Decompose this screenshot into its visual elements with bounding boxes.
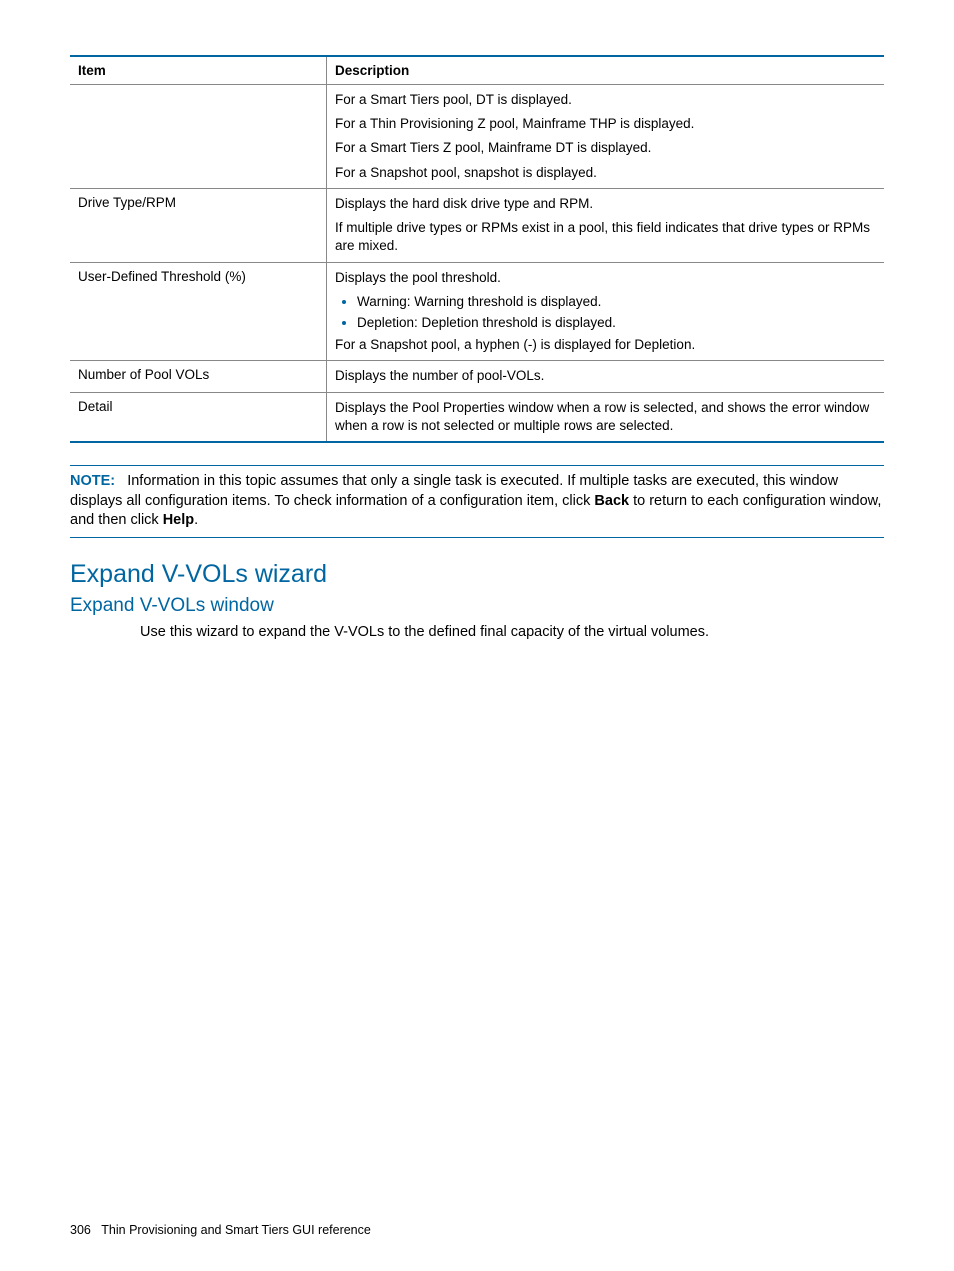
page-number: 306 <box>70 1223 91 1237</box>
cell-item: Number of Pool VOLs <box>70 361 327 392</box>
table-row: Drive Type/RPM Displays the hard disk dr… <box>70 188 884 262</box>
heading-wizard: Expand V-VOLs wizard <box>70 560 884 589</box>
cell-description: For a Smart Tiers pool, DT is displayed.… <box>327 85 885 189</box>
heading-window: Expand V-VOLs window <box>70 595 884 617</box>
bullet-list: Warning: Warning threshold is displayed.… <box>335 293 876 332</box>
table-header-item: Item <box>70 56 327 85</box>
cell-item: User-Defined Threshold (%) <box>70 262 327 361</box>
table-row: Number of Pool VOLs Displays the number … <box>70 361 884 392</box>
cell-description: Displays the pool threshold. Warning: Wa… <box>327 262 885 361</box>
table-row: User-Defined Threshold (%) Displays the … <box>70 262 884 361</box>
cell-item <box>70 85 327 189</box>
note-block: NOTE: Information in this topic assumes … <box>70 465 884 538</box>
table-row: For a Smart Tiers pool, DT is displayed.… <box>70 85 884 189</box>
page-footer: 306 Thin Provisioning and Smart Tiers GU… <box>70 1223 371 1237</box>
table-row: Detail Displays the Pool Properties wind… <box>70 392 884 442</box>
table-header-description: Description <box>327 56 885 85</box>
cell-description: Displays the hard disk drive type and RP… <box>327 188 885 262</box>
properties-table: Item Description For a Smart Tiers pool,… <box>70 55 884 443</box>
cell-item: Detail <box>70 392 327 442</box>
footer-title: Thin Provisioning and Smart Tiers GUI re… <box>101 1223 371 1237</box>
cell-description: Displays the number of pool-VOLs. <box>327 361 885 392</box>
wizard-description: Use this wizard to expand the V-VOLs to … <box>140 623 884 643</box>
cell-item: Drive Type/RPM <box>70 188 327 262</box>
cell-description: Displays the Pool Properties window when… <box>327 392 885 442</box>
note-label: NOTE: <box>70 473 115 489</box>
